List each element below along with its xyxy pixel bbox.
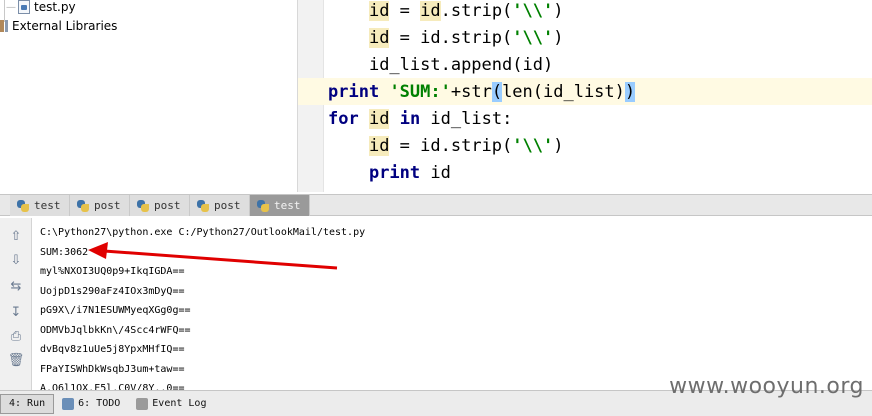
code-token: ) <box>553 0 564 21</box>
console-output-line: ODMVbJqlbkKn\/4Scc4rWFQ== <box>40 324 191 336</box>
project-tree-panel: — test.py External Libraries <box>0 0 298 192</box>
code-token: id <box>368 135 390 156</box>
code-token: ) <box>553 135 564 156</box>
run-tab-test[interactable]: test <box>10 195 70 216</box>
code-token: .strip( <box>440 0 513 21</box>
code-editor[interactable]: id = id .strip('\\') id = id.strip('\\') … <box>298 0 872 192</box>
code-token: ) <box>553 27 564 48</box>
run-tab-strip: test post post post test <box>0 194 872 216</box>
run-console-output[interactable]: C:\Python27\python.exe C:/Python27/Outlo… <box>32 218 872 390</box>
run-tab-label: post <box>94 199 121 212</box>
todo-icon <box>62 397 75 410</box>
code-token: id_list.append(id) <box>368 54 554 75</box>
code-line[interactable]: print id <box>328 159 872 186</box>
console-sum-line: SUM:3062 <box>40 246 89 258</box>
console-output-line: myl%NXOI3UQ0p9+IkqIGDA== <box>40 266 185 277</box>
code-token: = id.strip( <box>389 135 513 156</box>
watermark-text: www.wooyun.org <box>669 374 864 399</box>
console-command-line: C:\Python27\python.exe C:/Python27/Outlo… <box>40 227 366 238</box>
tree-item-external-libraries[interactable]: External Libraries <box>0 17 117 35</box>
console-output-line: dvBqv8z1uUe5j8YpxMHfIQ== <box>40 344 185 355</box>
code-token: id <box>368 27 390 48</box>
python-icon <box>136 199 150 213</box>
code-line[interactable]: id = id.strip('\\') <box>328 24 872 51</box>
python-icon <box>76 199 90 213</box>
code-token: print <box>368 162 421 183</box>
code-token: '\\' <box>512 0 554 21</box>
code-token: id <box>420 0 441 21</box>
run-tab-post[interactable]: post <box>70 195 130 216</box>
python-icon <box>256 199 270 213</box>
code-token: '\\' <box>512 135 554 156</box>
code-token: id <box>420 162 451 183</box>
console-output-line: pG9X\/i7N1ESUWMyeqXGg0g== <box>40 305 191 316</box>
code-token: print <box>328 81 380 102</box>
run-tab-post[interactable]: post <box>130 195 190 216</box>
event-log-icon <box>136 397 149 410</box>
code-line[interactable]: id = id.strip('\\') <box>328 0 872 24</box>
code-token: = id.strip( <box>389 27 513 48</box>
run-tab-label: post <box>214 199 241 212</box>
run-tab-label: test <box>34 199 61 212</box>
code-token: '\\' <box>512 27 554 48</box>
scroll-to-end-icon[interactable]: ↧ <box>6 302 26 322</box>
run-tab-label: post <box>154 199 181 212</box>
code-line[interactable]: id = id.strip('\\') <box>328 132 872 159</box>
bottom-tab-run[interactable]: 4: Run <box>0 393 55 414</box>
soft-wrap-icon[interactable]: ⇆ <box>6 276 26 296</box>
python-file-icon <box>18 0 30 14</box>
code-token: = <box>389 0 421 21</box>
python-icon <box>16 199 30 213</box>
code-token: in <box>399 108 421 129</box>
bottom-tab-event-log[interactable]: Event Log <box>128 394 214 414</box>
bottom-tab-label: 6: TODO <box>78 398 121 409</box>
trash-icon[interactable]: 🗑 <box>6 350 26 370</box>
code-line[interactable]: print 'SUM:' +str(len(id_list)) <box>298 78 872 105</box>
run-tab-post[interactable]: post <box>190 195 250 216</box>
code-token: id <box>368 0 390 21</box>
console-toolbar: ⇧ ⇩ ⇆ ↧ ⎙ 🗑 <box>0 218 32 390</box>
python-icon <box>196 199 210 213</box>
print-icon[interactable]: ⎙ <box>6 326 26 346</box>
code-token: len(id_list) <box>502 81 625 102</box>
bottom-tab-label: 4: Run <box>9 398 46 409</box>
library-icon <box>0 20 8 32</box>
bottom-tab-label: Event Log <box>152 398 207 409</box>
tree-item-label: test.py <box>34 0 76 14</box>
code-token: for <box>328 108 359 129</box>
tree-item-test-py[interactable]: — test.py <box>6 0 76 16</box>
code-line[interactable]: for id in id_list: <box>328 105 872 132</box>
console-output-line: FPaYISWhDkWsqbJ3um+taw== <box>40 363 185 375</box>
code-line[interactable]: id_list.append(id) <box>328 51 872 78</box>
console-output-line: UojpD1s290aFz4IOx3mDyQ== <box>40 285 185 297</box>
tree-item-label: External Libraries <box>12 19 118 33</box>
console-output-line: A,O6l1OX,F5l,C0V/8Y,,0== <box>40 383 185 390</box>
code-token: ( <box>491 81 503 102</box>
up-arrow-icon[interactable]: ⇧ <box>6 226 26 246</box>
down-arrow-icon[interactable]: ⇩ <box>6 250 26 270</box>
code-token: ) <box>624 81 636 102</box>
code-token: id <box>368 108 390 129</box>
run-tab-label: test <box>274 199 301 212</box>
bottom-tab-todo[interactable]: 6: TODO <box>54 394 128 414</box>
code-token: id_list: <box>420 108 513 129</box>
code-token: 'SUM:' <box>389 81 451 102</box>
run-tab-test[interactable]: test <box>250 195 310 216</box>
code-token: +str <box>450 81 492 102</box>
